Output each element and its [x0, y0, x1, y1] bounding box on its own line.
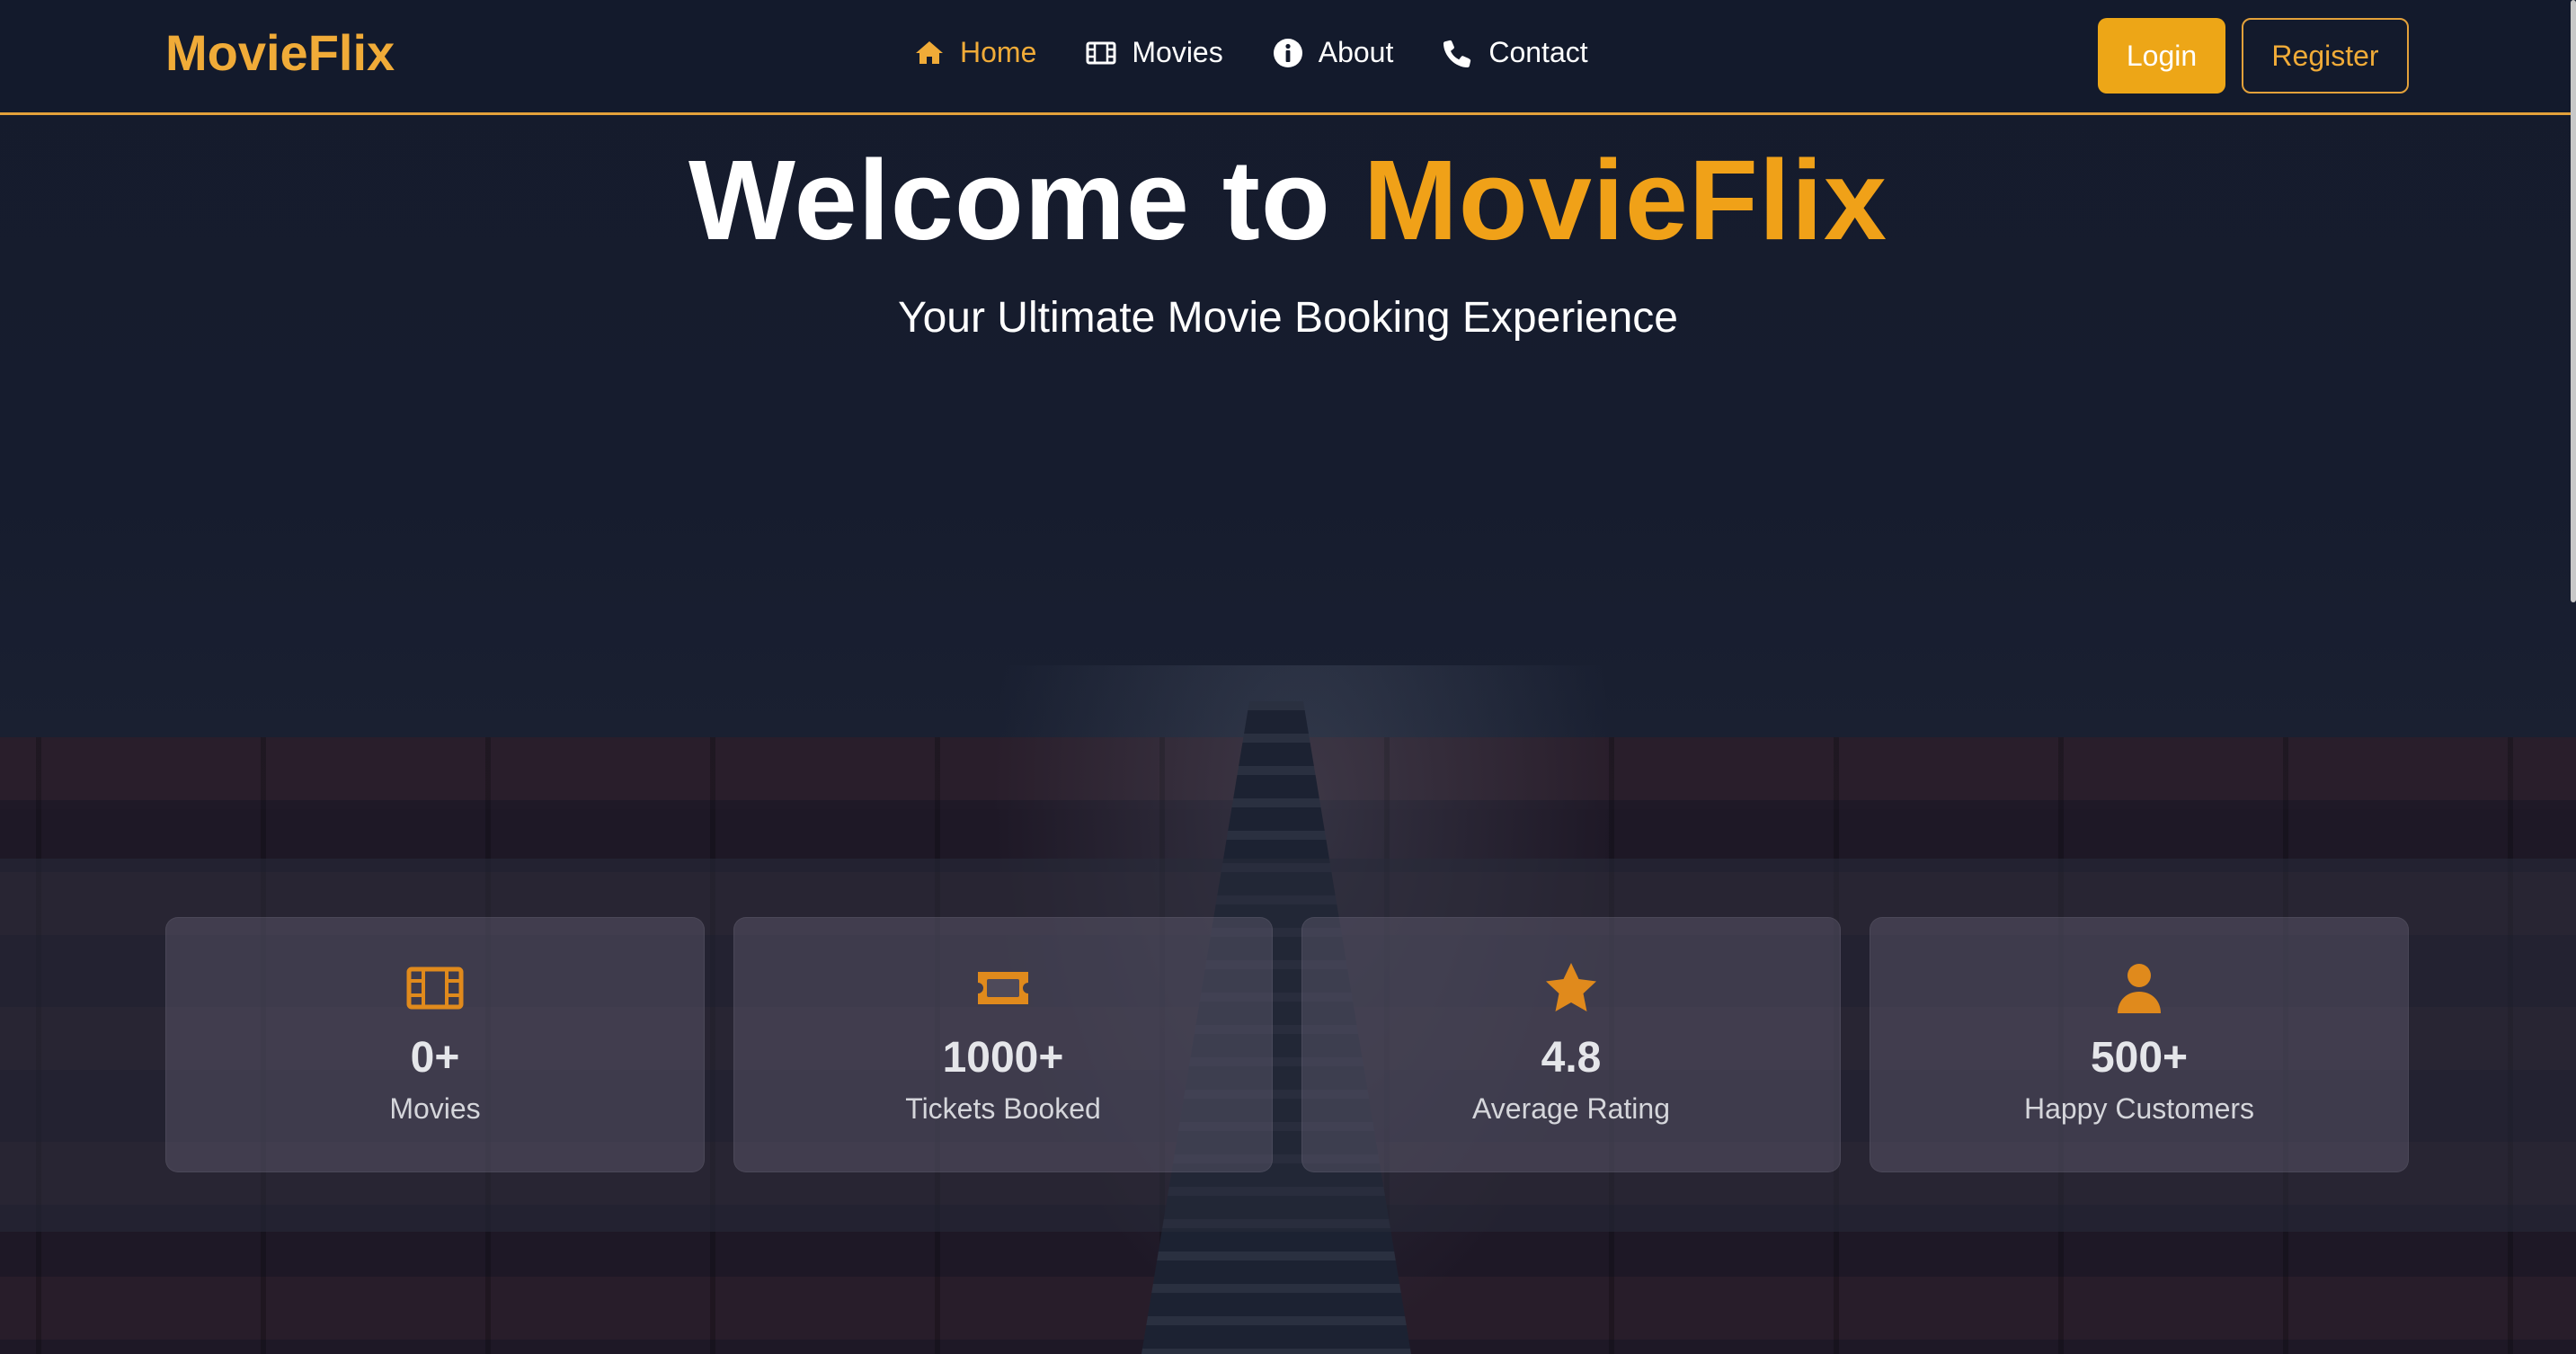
- stat-value: 0+: [410, 1034, 460, 1082]
- stats-section: 0+ Movies 1000+ Tickets Booked 4.8 Avera…: [165, 917, 2409, 1172]
- main-nav: Home Movies About Contact: [913, 36, 1637, 69]
- stat-label: Happy Customers: [2023, 1092, 2255, 1125]
- page-scrollbar[interactable]: [2571, 0, 2576, 602]
- brand-logo[interactable]: MovieFlix: [165, 23, 395, 82]
- hero-subtitle: Your Ultimate Movie Booking Experience: [897, 294, 1678, 342]
- hero-title: Welcome to MovieFlix: [0, 135, 2576, 265]
- stat-label: Movies: [389, 1092, 481, 1125]
- home-icon: [916, 40, 943, 64]
- nav-item-label: Home: [960, 36, 1037, 68]
- star-icon: [1546, 963, 1596, 1011]
- film-icon: [406, 967, 464, 1010]
- user-icon: [2118, 964, 2161, 1013]
- stat-card-customers: 500+ Happy Customers: [1870, 917, 2409, 1172]
- register-button[interactable]: Register: [2242, 18, 2409, 94]
- ticket-icon: [978, 972, 1028, 1004]
- stat-value: 4.8: [1541, 1034, 1602, 1082]
- top-navbar: MovieFlix Home Movies About Contact Logi…: [0, 0, 2576, 115]
- nav-item-about[interactable]: About: [1272, 36, 1394, 69]
- stat-value: 500+: [2090, 1034, 2189, 1082]
- nav-item-label: About: [1318, 36, 1394, 68]
- info-icon: [1273, 38, 1302, 67]
- nav-item-label: Contact: [1488, 36, 1588, 68]
- nav-item-movies[interactable]: Movies: [1085, 36, 1223, 69]
- phone-icon: [1443, 40, 1471, 67]
- login-button[interactable]: Login: [2098, 18, 2225, 94]
- stat-value: 1000+: [942, 1034, 1064, 1082]
- stat-card-tickets: 1000+ Tickets Booked: [733, 917, 1273, 1172]
- film-icon: [1086, 41, 1116, 64]
- nav-item-contact[interactable]: Contact: [1442, 36, 1588, 69]
- stat-label: Average Rating: [1472, 1092, 1670, 1125]
- stat-card-rating: 4.8 Average Rating: [1301, 917, 1841, 1172]
- hero-title-prefix: Welcome to: [688, 137, 1331, 263]
- page: MovieFlix Home Movies About Contact Logi…: [0, 0, 2576, 1354]
- stat-label: Tickets Booked: [905, 1092, 1101, 1125]
- nav-item-label: Movies: [1132, 36, 1223, 68]
- nav-item-home[interactable]: Home: [913, 36, 1036, 69]
- stat-card-movies: 0+ Movies: [165, 917, 705, 1172]
- hero-title-accent: MovieFlix: [1363, 137, 1888, 263]
